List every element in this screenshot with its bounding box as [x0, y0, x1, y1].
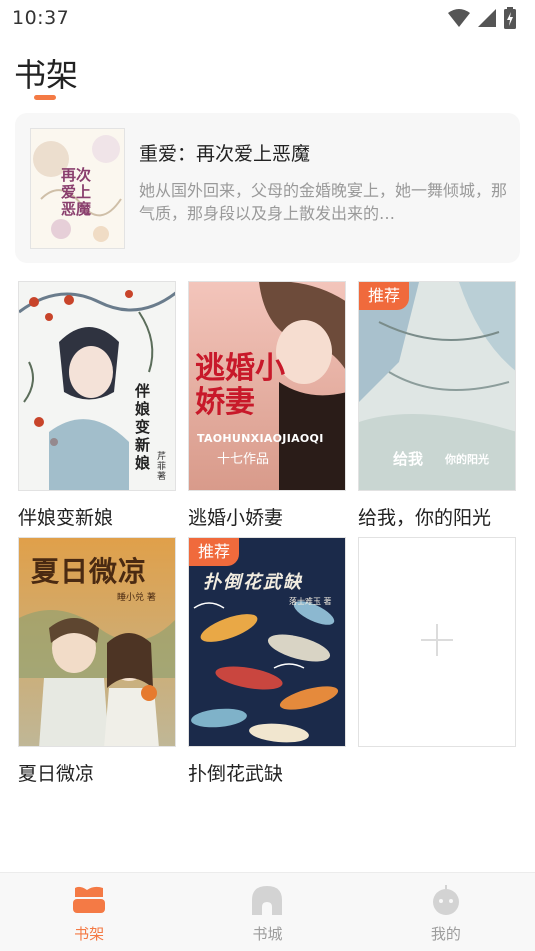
book-cover-author: 芹菲著	[157, 452, 167, 482]
book-cover: 扑倒花武缺 落士难玉 著 推荐	[188, 537, 346, 747]
book-item[interactable]: 逃婚小娇妻 TAOHUNXIAOJIAOQI 十七作品 逃婚小娇妻	[188, 281, 346, 530]
recent-cover-text: 再次爱上恶魔	[61, 166, 92, 218]
book-cover-title: 夏日微凉	[31, 555, 148, 588]
store-icon	[250, 885, 284, 919]
nav-label: 书城	[252, 925, 283, 943]
title-underline	[34, 95, 56, 100]
recent-book-title: 重爱：再次爱上恶魔	[139, 143, 311, 165]
book-cover: 给我 你的阳光 推荐	[358, 281, 516, 491]
nav-bookshelf[interactable]: 书架	[0, 873, 178, 951]
book-cover-author: 睡小兑 著	[117, 593, 156, 603]
book-cover: 夏日微凉 睡小兑 著	[18, 537, 176, 747]
book-title: 扑倒花武缺	[188, 763, 284, 785]
recommend-badge: 推荐	[189, 538, 240, 566]
book-cover-author: 十七作品	[217, 452, 270, 467]
book-title: 伴娘变新娘	[18, 507, 114, 529]
book-cover-title: 扑倒花武缺	[203, 572, 303, 593]
nav-label: 书架	[74, 925, 105, 943]
book-item[interactable]: 给我 你的阳光 推荐 给我，你的阳光	[358, 281, 516, 530]
book-cover-title: 给我	[393, 450, 424, 468]
plus-icon	[420, 623, 454, 661]
book-title: 逃婚小娇妻	[188, 507, 284, 529]
cell-signal-icon	[477, 8, 497, 28]
bookshelf-icon	[72, 885, 106, 919]
bottom-nav: 书架 书城 我的	[0, 872, 535, 951]
status-time: 10:37	[12, 7, 70, 29]
status-bar: 10:37	[0, 0, 535, 36]
nav-profile[interactable]: 我的	[357, 873, 535, 951]
recent-book-description: 她从国外回来，父母的金婚晚宴上，她一舞倾城，那气质，那身段以及身上散发出来的…	[139, 181, 507, 223]
book-item[interactable]: 夏日微凉 睡小兑 著 夏日微凉	[18, 537, 176, 786]
nav-label: 我的	[430, 925, 461, 943]
recent-book-cover: 再次爱上恶魔	[30, 128, 125, 249]
add-book-button[interactable]	[358, 537, 516, 747]
wifi-icon	[447, 8, 471, 28]
battery-icon	[503, 7, 517, 29]
recommend-badge: 推荐	[359, 282, 410, 310]
book-item[interactable]: 扑倒花武缺 落士难玉 著 推荐 扑倒花武缺	[188, 537, 346, 786]
status-icons	[447, 7, 517, 29]
book-cover-title: 逃婚小娇妻	[195, 351, 285, 420]
recent-book-card[interactable]: 再次爱上恶魔 重爱：再次爱上恶魔 她从国外回来，父母的金婚晚宴上，她一舞倾城，那…	[15, 113, 520, 263]
book-cover-title: 伴娘变新娘	[135, 382, 151, 472]
book-cover-pinyin: TAOHUNXIAOJIAOQI	[197, 432, 324, 445]
book-cover-title-secondary: 你的阳光	[445, 453, 489, 466]
book-cover-author: 落士难玉 著	[289, 597, 332, 606]
profile-icon	[429, 885, 463, 919]
nav-store[interactable]: 书城	[178, 873, 356, 951]
book-title: 给我，你的阳光	[358, 507, 492, 529]
page-title: 书架	[14, 56, 79, 94]
book-grid: 伴娘变新娘 芹菲著 伴娘变新娘 逃婚小娇妻 TAOHUNXIAOJIAOQI 十…	[18, 281, 518, 791]
book-cover: 伴娘变新娘 芹菲著	[18, 281, 176, 491]
book-cover: 逃婚小娇妻 TAOHUNXIAOJIAOQI 十七作品	[188, 281, 346, 491]
book-item[interactable]: 伴娘变新娘 芹菲著 伴娘变新娘	[18, 281, 176, 530]
book-title: 夏日微凉	[18, 763, 95, 785]
